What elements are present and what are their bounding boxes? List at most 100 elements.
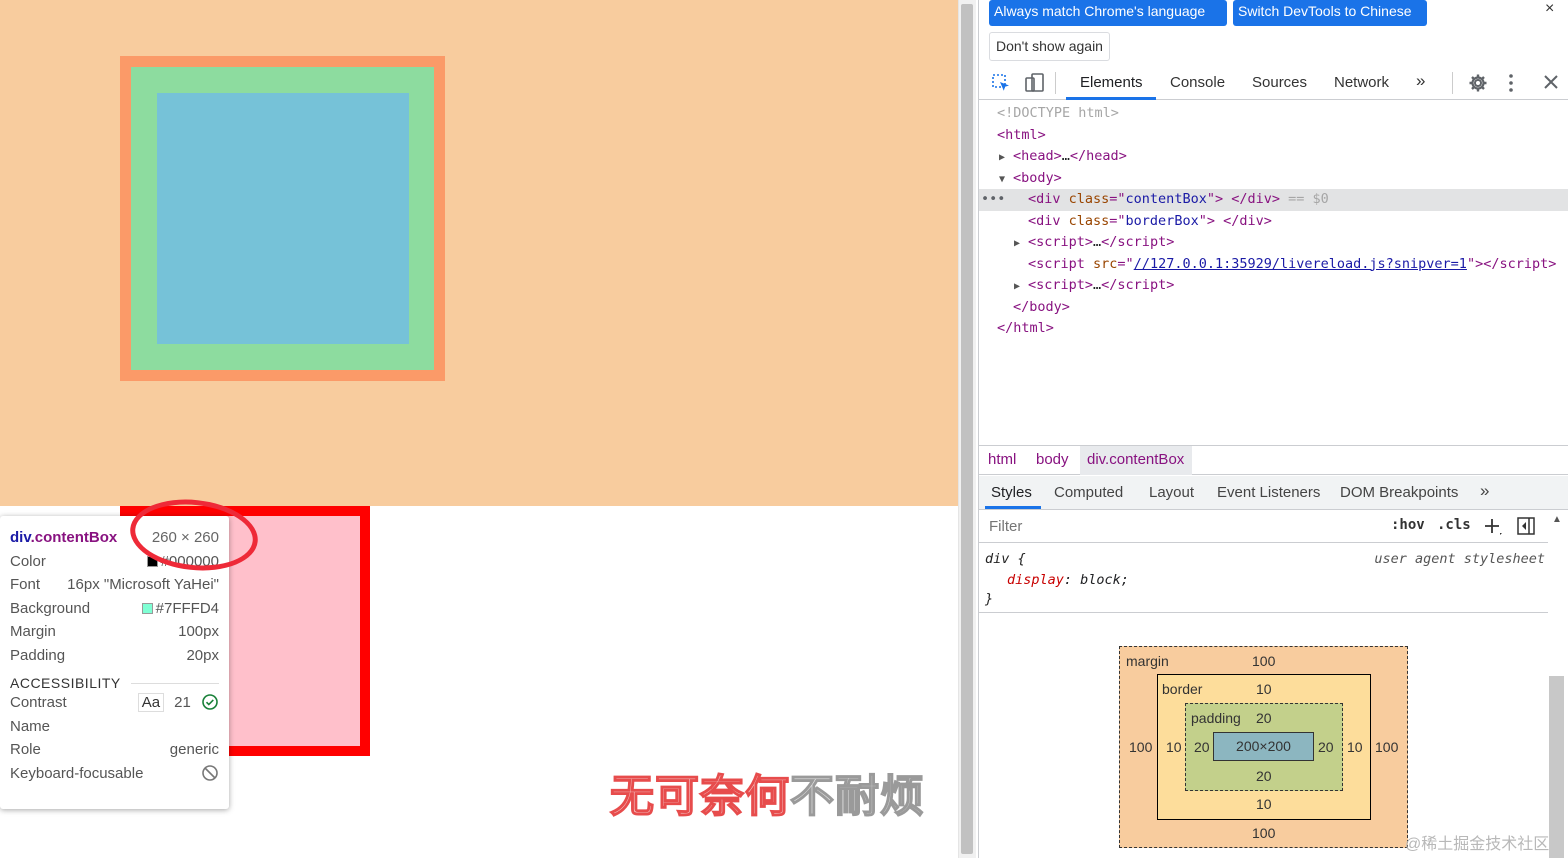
contrast-ratio: 21 bbox=[174, 694, 191, 712]
padding-right-value[interactable]: 20 bbox=[1318, 739, 1334, 755]
tooltip-value: 20px bbox=[186, 646, 219, 664]
breadcrumb-item-div[interactable]: div.contentBox bbox=[1087, 451, 1184, 468]
tab-dom-breakpoints[interactable]: DOM Breakpoints bbox=[1340, 484, 1458, 501]
more-tabs-icon[interactable]: » bbox=[1416, 71, 1425, 91]
tooltip-value: Aa 21 bbox=[137, 693, 219, 713]
body-close-tag: </body> bbox=[1013, 298, 1070, 315]
breadcrumb-item-html[interactable]: html bbox=[988, 451, 1016, 468]
tooltip-label: Color bbox=[10, 552, 46, 570]
hov-toggle-button[interactable]: :hov bbox=[1391, 517, 1425, 533]
border-left-value[interactable]: 10 bbox=[1166, 739, 1182, 755]
border-right-value[interactable]: 10 bbox=[1347, 739, 1363, 755]
border-bottom-value[interactable]: 10 bbox=[1256, 796, 1272, 812]
page-viewport: div.contentBox 260 × 260 Color #000000 F… bbox=[0, 0, 958, 858]
devtools-panel: Always match Chrome's language Switch De… bbox=[978, 0, 1568, 858]
dom-node-script-2[interactable]: ▶ <script>…</script> bbox=[979, 275, 1568, 297]
dom-node-html[interactable]: <html> bbox=[979, 125, 1568, 147]
tooltip-value: generic bbox=[169, 741, 219, 759]
styles-filter-bar: :hov .cls bbox=[979, 511, 1551, 543]
dont-show-again-button[interactable]: Don't show again bbox=[989, 32, 1110, 61]
expand-arrow-icon[interactable]: ▶ bbox=[999, 147, 1013, 169]
active-tab-indicator bbox=[1066, 97, 1156, 100]
meme-caption-red: 无可奈何 bbox=[609, 770, 790, 823]
check-circle-icon bbox=[202, 694, 218, 711]
tab-computed[interactable]: Computed bbox=[1054, 484, 1123, 501]
border-top-value[interactable]: 10 bbox=[1256, 681, 1272, 697]
tooltip-row-role: Role generic bbox=[10, 738, 219, 762]
head-close-tag: </head> bbox=[1069, 148, 1127, 164]
dom-node-html-close[interactable]: </html> bbox=[979, 318, 1568, 340]
cls-toggle-button[interactable]: .cls bbox=[1437, 517, 1471, 533]
selected-marker: == $0 bbox=[1288, 191, 1329, 207]
tooltip-value: 16px "Microsoft YaHei" bbox=[67, 576, 219, 594]
gear-icon[interactable] bbox=[1468, 73, 1488, 93]
script-src-link[interactable]: //127.0.0.1:35929/livereload.js?snipver=… bbox=[1134, 256, 1467, 272]
styles-tabbar: Styles Computed Layout Event Listeners D… bbox=[979, 476, 1568, 510]
tooltip-label: Margin bbox=[10, 623, 56, 641]
rule-property: display bbox=[1007, 572, 1064, 588]
new-style-rule-icon[interactable] bbox=[1483, 517, 1503, 537]
toolbar-separator bbox=[1452, 72, 1453, 94]
html-open-tag: <html> bbox=[997, 126, 1046, 143]
margin-left-value[interactable]: 100 bbox=[1129, 739, 1152, 755]
tooltip-row-padding: Padding 20px bbox=[10, 644, 219, 668]
match-language-button[interactable]: Always match Chrome's language bbox=[989, 0, 1227, 26]
dom-node-doctype[interactable]: <!DOCTYPE html> bbox=[979, 103, 1568, 125]
active-styles-tab-indicator bbox=[985, 506, 1041, 509]
contentbox-class-value: contentBox bbox=[1125, 191, 1207, 207]
device-toolbar-icon[interactable] bbox=[1023, 72, 1045, 94]
tooltip-row-font: Font 16px "Microsoft YaHei" bbox=[10, 573, 219, 597]
more-tabs-icon[interactable]: » bbox=[1480, 481, 1489, 501]
tab-event-listeners[interactable]: Event Listeners bbox=[1217, 484, 1320, 501]
dom-node-script-livereload[interactable]: <script src="//127.0.0.1:35929/livereloa… bbox=[979, 254, 1568, 276]
rule-declaration[interactable]: display: block; bbox=[1007, 572, 1129, 588]
switch-to-chinese-button[interactable]: Switch DevTools to Chinese bbox=[1233, 0, 1427, 26]
tooltip-element-name: div.contentBox bbox=[10, 529, 117, 546]
tooltip-label: Keyboard-focusable bbox=[10, 764, 144, 782]
breadcrumb: html body div.contentBox bbox=[979, 445, 1568, 475]
dom-node-borderbox[interactable]: <div class="borderBox"> </div> bbox=[979, 211, 1568, 233]
toggle-sidebar-icon[interactable] bbox=[1516, 516, 1536, 536]
tab-console[interactable]: Console bbox=[1170, 74, 1225, 91]
tooltip-label: Name bbox=[10, 717, 51, 735]
margin-right-value[interactable]: 100 bbox=[1375, 739, 1398, 755]
padding-left-value[interactable]: 20 bbox=[1194, 739, 1210, 755]
tab-styles[interactable]: Styles bbox=[991, 484, 1032, 501]
kebab-menu-icon[interactable] bbox=[1507, 73, 1515, 93]
head-open-tag: <head> bbox=[1013, 148, 1062, 164]
dom-node-head[interactable]: ▶ <head>…</head> bbox=[979, 146, 1568, 168]
expand-arrow-icon[interactable]: ▶ bbox=[1014, 233, 1028, 255]
dom-tree: <!DOCTYPE html> <html> ▶ <head>…</head> ▼… bbox=[979, 102, 1568, 442]
doctype-text: <!DOCTYPE html> bbox=[997, 105, 1119, 121]
padding-top-value[interactable]: 20 bbox=[1256, 710, 1272, 726]
tab-network[interactable]: Network bbox=[1334, 74, 1389, 91]
dom-node-body-close[interactable]: </body> bbox=[979, 297, 1568, 319]
scroll-up-arrow-icon[interactable]: ▲ bbox=[1552, 514, 1562, 525]
box-model-content[interactable]: 200×200 bbox=[1213, 732, 1314, 761]
not-focusable-icon bbox=[202, 765, 218, 782]
close-icon[interactable]: × bbox=[1545, 0, 1554, 18]
dom-node-script-1[interactable]: ▶ <script>…</script> bbox=[979, 232, 1568, 254]
dom-node-body[interactable]: ▼ <body> bbox=[979, 168, 1568, 190]
margin-bottom-value[interactable]: 100 bbox=[1252, 825, 1275, 841]
breadcrumb-item-body[interactable]: body bbox=[1036, 451, 1069, 468]
inspect-element-icon[interactable] bbox=[991, 73, 1011, 93]
filter-input[interactable] bbox=[983, 514, 1377, 538]
tab-layout[interactable]: Layout bbox=[1149, 484, 1194, 501]
collapse-arrow-icon[interactable]: ▼ bbox=[999, 169, 1013, 191]
margin-top-value[interactable]: 100 bbox=[1252, 653, 1275, 669]
toolbar-separator bbox=[1055, 72, 1056, 94]
tab-sources[interactable]: Sources bbox=[1252, 74, 1307, 91]
tab-elements[interactable]: Elements bbox=[1080, 74, 1143, 91]
close-devtools-icon[interactable] bbox=[1543, 74, 1559, 90]
padding-bottom-value[interactable]: 20 bbox=[1256, 768, 1272, 784]
rule-selector[interactable]: div { bbox=[985, 551, 1026, 567]
tooltip-row-contrast: Contrast Aa 21 bbox=[10, 691, 219, 715]
styles-scrollbar-thumb[interactable] bbox=[1549, 676, 1564, 858]
dom-node-contentbox[interactable]: ••• <div class="contentBox"> </div> == $0 bbox=[979, 189, 1568, 211]
node-actions-icon[interactable]: ••• bbox=[981, 189, 1028, 211]
site-watermark: @稀土掘金技术社区 bbox=[1405, 836, 1550, 853]
expand-arrow-icon[interactable]: ▶ bbox=[1014, 276, 1028, 298]
tooltip-row-background: Background #7FFFD4 bbox=[10, 597, 219, 621]
page-scrollbar-thumb[interactable] bbox=[961, 4, 973, 854]
